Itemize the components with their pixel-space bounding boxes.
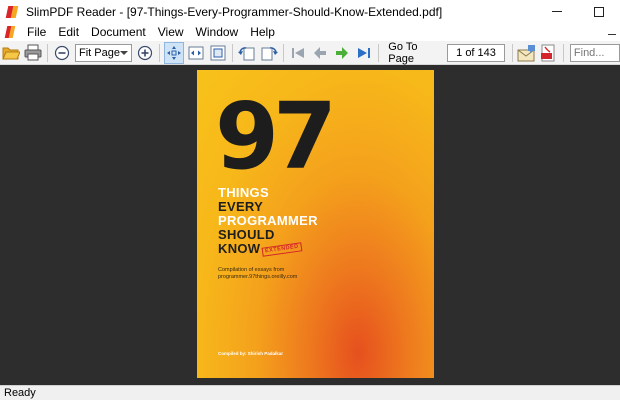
find-input[interactable]: [569, 43, 620, 62]
maximize-icon: [594, 6, 604, 17]
rotate-left-icon: [238, 46, 255, 60]
zoom-out-icon: [54, 45, 70, 60]
minimize-icon: [552, 11, 562, 12]
document-workspace[interactable]: 97 THINGS EVERY PROGRAMMER SHOULD KNOW EX…: [0, 65, 620, 385]
rotate-right-button[interactable]: [259, 42, 279, 64]
status-bar: Ready: [0, 385, 620, 400]
zoom-out-button[interactable]: [52, 42, 72, 64]
page-number-input[interactable]: [447, 43, 506, 62]
previous-page-icon: [314, 46, 327, 59]
fit-width-icon: [188, 46, 204, 59]
compilation-line: Compilation of essays from: [218, 267, 285, 273]
menu-document[interactable]: Document: [85, 23, 152, 41]
minimize-button[interactable]: [536, 0, 578, 23]
toolbar-separator: [378, 43, 380, 62]
document-menu-icon[interactable]: [4, 26, 17, 38]
menu-help[interactable]: Help: [244, 23, 281, 41]
print-button[interactable]: [23, 42, 43, 64]
compilation-line: programmer.97things.oreilly.com: [218, 274, 298, 280]
chevron-down-icon: [120, 50, 129, 55]
compiled-by: Compiled by: Shirish Padalkar: [218, 351, 284, 356]
actual-size-icon: [210, 45, 226, 60]
document-window-controls: [608, 23, 616, 41]
menu-window[interactable]: Window: [190, 23, 245, 41]
toolbar-separator: [159, 43, 161, 62]
pdf-page[interactable]: 97 THINGS EVERY PROGRAMMER SHOULD KNOW EX…: [197, 70, 434, 378]
toolbar-separator: [232, 43, 234, 62]
first-page-icon: [292, 47, 305, 58]
first-page-button[interactable]: [288, 42, 308, 64]
toolbar-separator: [512, 43, 513, 62]
previous-page-button[interactable]: [310, 42, 330, 64]
maximize-button[interactable]: [578, 0, 620, 23]
cover-title-line: KNOW: [218, 241, 261, 256]
window-controls: [536, 0, 620, 23]
cover-number-graphic: 97: [215, 88, 337, 176]
toolbar-separator: [47, 43, 48, 62]
menu-bar: File Edit Document View Window Help: [0, 23, 620, 41]
zoom-select-value: Fit Page: [79, 46, 120, 59]
fit-width-button[interactable]: [186, 42, 206, 64]
zoom-select[interactable]: Fit Page: [75, 43, 133, 62]
fit-page-button[interactable]: [164, 41, 185, 64]
cover-title: THINGS EVERY PROGRAMMER SHOULD KNOW EXTEN…: [218, 185, 318, 257]
zoom-in-button[interactable]: [135, 42, 155, 64]
title-bar: SlimPDF Reader - [97-Things-Every-Progra…: [0, 0, 620, 23]
cover-title-line: SHOULD: [218, 227, 275, 242]
cover-title-line: EVERY: [218, 199, 264, 214]
menu-view[interactable]: View: [152, 23, 190, 41]
fit-page-icon: [167, 45, 182, 60]
menu-file[interactable]: File: [21, 23, 52, 41]
toolbar-separator: [283, 43, 285, 62]
app-logo-icon: [5, 5, 20, 19]
next-page-icon: [336, 46, 349, 59]
go-to-page-label[interactable]: Go To Page: [382, 41, 447, 65]
rotate-right-icon: [261, 46, 279, 60]
cover-title-line: PROGRAMMER: [218, 213, 318, 228]
svg-text:97: 97: [215, 88, 331, 176]
document-minimize-icon[interactable]: [608, 33, 616, 35]
last-page-button[interactable]: [354, 42, 374, 64]
toolbar: Fit Page Go To Page 1 of 143 Find...: [0, 41, 620, 65]
status-text: Ready: [4, 387, 36, 399]
window-title: SlimPDF Reader - [97-Things-Every-Progra…: [26, 4, 443, 19]
zoom-in-icon: [138, 45, 153, 60]
open-button[interactable]: [1, 42, 21, 64]
actual-size-button[interactable]: [208, 42, 228, 64]
print-icon: [24, 44, 42, 61]
cover-compilation: Compilation of essays from programmer.97…: [218, 267, 297, 281]
rotate-left-button[interactable]: [237, 42, 257, 64]
cover-title-line: THINGS: [218, 185, 269, 200]
extended-badge: EXTENDED: [261, 242, 303, 257]
last-page-icon: [358, 47, 371, 58]
pdf-export-icon: [540, 44, 555, 61]
email-button[interactable]: [517, 42, 537, 64]
pdf-export-button[interactable]: [539, 42, 559, 64]
menu-edit[interactable]: Edit: [52, 23, 85, 41]
toolbar-separator: [563, 43, 564, 62]
next-page-button[interactable]: [332, 42, 352, 64]
email-icon: [517, 44, 535, 61]
open-folder-icon: [2, 47, 21, 59]
